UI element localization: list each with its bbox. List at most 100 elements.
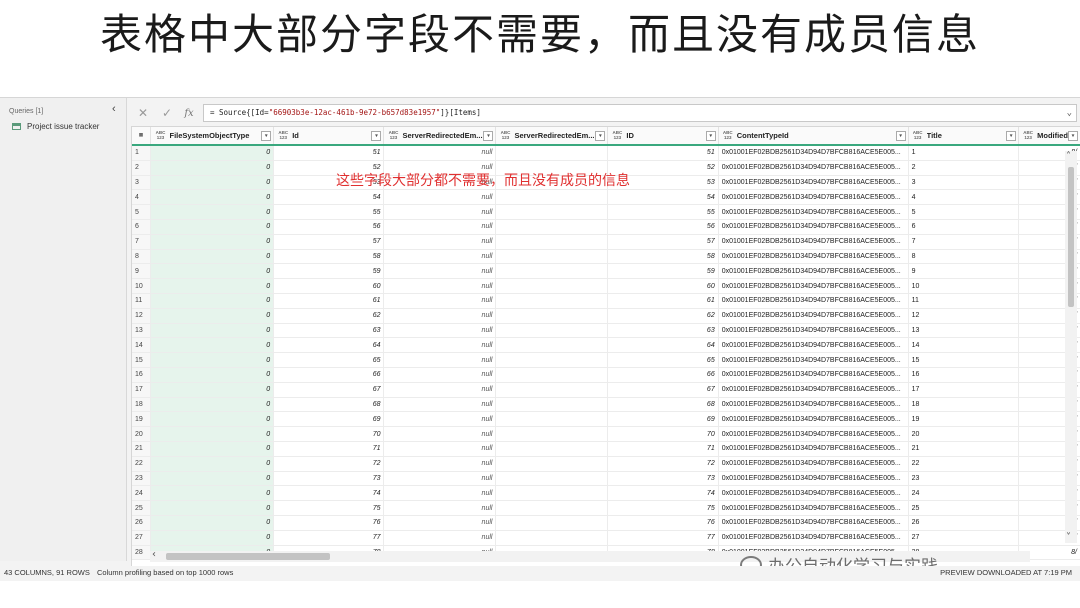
cell-contenttypeid[interactable]: 0x01001EF02BDB2561D34D94D7BFCB816ACE5E00… bbox=[718, 485, 909, 502]
cell-serverredirected-2[interactable] bbox=[495, 530, 609, 546]
cell-filesystemobjecttype[interactable]: 0 bbox=[150, 485, 275, 502]
table-row[interactable]: 12 0 62 null 62 0x01001EF02BDB2561D34D94D7BFC… bbox=[132, 308, 1080, 324]
cell-serverredirected-2[interactable] bbox=[495, 515, 609, 531]
cell-serverredirected-1[interactable]: null bbox=[383, 530, 497, 546]
cell-contenttypeid[interactable]: 0x01001EF02BDB2561D34D94D7BFCB816ACE5E00… bbox=[718, 352, 909, 368]
row-number[interactable]: 23 bbox=[132, 471, 152, 487]
cell-id[interactable]: 69 bbox=[273, 411, 385, 428]
cell-filesystemobjecttype[interactable]: 0 bbox=[150, 189, 275, 206]
table-row[interactable]: 13 0 63 null 63 0x01001EF02BDB2561D34D94D7BFC… bbox=[132, 323, 1080, 339]
cell-serverredirected-2[interactable] bbox=[495, 293, 609, 309]
row-number[interactable]: 2 bbox=[132, 160, 152, 176]
cell-ID[interactable]: 77 bbox=[607, 530, 719, 546]
cell-serverredirected-2[interactable] bbox=[495, 367, 609, 383]
cell-id[interactable]: 74 bbox=[273, 485, 385, 502]
table-row[interactable]: 14 0 64 null 64 0x01001EF02BDB2561D34D94D7BFC… bbox=[132, 337, 1080, 354]
cell-id[interactable]: 70 bbox=[273, 426, 385, 442]
formula-input[interactable]: = Source{[Id="66903b3e-12ac-461b-9e72-b6… bbox=[203, 104, 1077, 122]
cell-serverredirected-1[interactable]: null bbox=[383, 515, 497, 531]
table-row[interactable]: 21 0 71 null 71 0x01001EF02BDB2561D34D94D7BFC… bbox=[132, 441, 1080, 457]
cell-filesystemobjecttype[interactable]: 0 bbox=[150, 308, 275, 324]
cell-contenttypeid[interactable]: 0x01001EF02BDB2561D34D94D7BFCB816ACE5E00… bbox=[718, 175, 909, 191]
cell-contenttypeid[interactable]: 0x01001EF02BDB2561D34D94D7BFCB816ACE5E00… bbox=[718, 382, 909, 398]
row-number[interactable]: 17 bbox=[132, 382, 152, 398]
cell-title[interactable]: 27 bbox=[908, 530, 1020, 546]
cell-title[interactable]: 6 bbox=[908, 219, 1020, 235]
row-number[interactable]: 5 bbox=[132, 204, 152, 220]
cell-serverredirected-1[interactable]: null bbox=[383, 278, 497, 294]
cell-contenttypeid[interactable]: 0x01001EF02BDB2561D34D94D7BFCB816ACE5E00… bbox=[718, 293, 909, 309]
cell-serverredirected-2[interactable] bbox=[495, 219, 609, 235]
cell-ID[interactable]: 68 bbox=[607, 397, 719, 413]
column-filter-dropdown-icon[interactable]: ▾ bbox=[705, 130, 716, 141]
cell-id[interactable]: 56 bbox=[273, 219, 385, 235]
cell-filesystemobjecttype[interactable]: 0 bbox=[150, 397, 275, 413]
cell-ID[interactable]: 64 bbox=[607, 337, 719, 354]
cell-id[interactable]: 61 bbox=[273, 293, 385, 309]
scroll-left-icon[interactable]: ‹ bbox=[152, 549, 156, 560]
cell-contenttypeid[interactable]: 0x01001EF02BDB2561D34D94D7BFCB816ACE5E00… bbox=[718, 411, 909, 428]
cell-ID[interactable]: 62 bbox=[607, 308, 719, 324]
cell-serverredirected-1[interactable]: null bbox=[383, 293, 497, 309]
cell-ID[interactable]: 72 bbox=[607, 456, 719, 472]
cell-ID[interactable]: 63 bbox=[607, 323, 719, 339]
cell-serverredirected-1[interactable]: null bbox=[383, 485, 497, 502]
table-row[interactable]: 8 0 58 null 58 0x01001EF02BDB2561D34D94D7BFCB… bbox=[132, 249, 1080, 265]
row-number[interactable]: 24 bbox=[132, 485, 152, 502]
cell-id[interactable]: 77 bbox=[273, 530, 385, 546]
column-header[interactable]: ABC 123 Id ▾ bbox=[273, 127, 385, 146]
cell-contenttypeid[interactable]: 0x01001EF02BDB2561D34D94D7BFCB816ACE5E00… bbox=[718, 367, 909, 383]
column-filter-dropdown-icon[interactable]: ▾ bbox=[1068, 130, 1078, 141]
row-number[interactable]: 12 bbox=[132, 308, 152, 324]
cell-serverredirected-2[interactable] bbox=[495, 500, 609, 516]
cell-ID[interactable]: 76 bbox=[607, 515, 719, 531]
cell-ID[interactable]: 51 bbox=[607, 145, 719, 161]
column-header[interactable]: ABC 123 ServerRedirectedEm... ▾ bbox=[495, 127, 609, 146]
cell-ID[interactable]: 73 bbox=[607, 471, 719, 487]
cell-id[interactable]: 75 bbox=[273, 500, 385, 516]
cell-id[interactable]: 60 bbox=[273, 278, 385, 294]
cell-filesystemobjecttype[interactable]: 0 bbox=[150, 219, 275, 235]
cell-serverredirected-1[interactable]: null bbox=[383, 204, 497, 220]
table-row[interactable]: 23 0 73 null 73 0x01001EF02BDB2561D34D94D7BFC… bbox=[132, 471, 1080, 487]
cell-filesystemobjecttype[interactable]: 0 bbox=[150, 323, 275, 339]
cell-filesystemobjecttype[interactable]: 0 bbox=[150, 456, 275, 472]
column-header[interactable]: ABC 123 ID ▾ bbox=[607, 127, 719, 146]
cell-id[interactable]: 71 bbox=[273, 441, 385, 457]
table-row[interactable]: 18 0 68 null 68 0x01001EF02BDB2561D34D94D7BFC… bbox=[132, 397, 1080, 413]
column-filter-dropdown-icon[interactable]: ▾ bbox=[895, 130, 906, 141]
cell-ID[interactable]: 58 bbox=[607, 249, 719, 265]
cell-contenttypeid[interactable]: 0x01001EF02BDB2561D34D94D7BFCB816ACE5E00… bbox=[718, 263, 909, 280]
cell-filesystemobjecttype[interactable]: 0 bbox=[150, 382, 275, 398]
table-row[interactable]: 26 0 76 null 76 0x01001EF02BDB2561D34D94D7BFC… bbox=[132, 515, 1080, 531]
scroll-up-icon[interactable]: ˄ bbox=[1066, 151, 1071, 162]
cell-contenttypeid[interactable]: 0x01001EF02BDB2561D34D94D7BFCB816ACE5E00… bbox=[718, 204, 909, 220]
cell-ID[interactable]: 57 bbox=[607, 234, 719, 250]
cell-ID[interactable]: 74 bbox=[607, 485, 719, 502]
table-row[interactable]: 20 0 70 null 70 0x01001EF02BDB2561D34D94D7BFC… bbox=[132, 426, 1080, 442]
cell-filesystemobjecttype[interactable]: 0 bbox=[150, 411, 275, 428]
column-header[interactable]: ABC 123 Title ▾ bbox=[908, 127, 1020, 146]
cell-serverredirected-1[interactable]: null bbox=[383, 308, 497, 324]
table-row[interactable]: 27 0 77 null 77 0x01001EF02BDB2561D34D94D7BFC… bbox=[132, 530, 1080, 546]
cell-ID[interactable]: 55 bbox=[607, 204, 719, 220]
cell-title[interactable]: 5 bbox=[908, 204, 1020, 220]
cell-id[interactable]: 58 bbox=[273, 249, 385, 265]
cell-filesystemobjecttype[interactable]: 0 bbox=[150, 426, 275, 442]
cell-contenttypeid[interactable]: 0x01001EF02BDB2561D34D94D7BFCB816ACE5E00… bbox=[718, 426, 909, 442]
vertical-scroll-thumb[interactable] bbox=[1068, 167, 1074, 307]
any-type-icon[interactable]: ABC 123 bbox=[498, 130, 512, 140]
cell-filesystemobjecttype[interactable]: 0 bbox=[150, 441, 275, 457]
table-row[interactable]: 22 0 72 null 72 0x01001EF02BDB2561D34D94D7BFC… bbox=[132, 456, 1080, 472]
cell-serverredirected-2[interactable] bbox=[495, 204, 609, 220]
cell-id[interactable]: 54 bbox=[273, 189, 385, 206]
row-number[interactable]: 25 bbox=[132, 500, 152, 516]
cell-title[interactable]: 8 bbox=[908, 249, 1020, 265]
data-grid[interactable]: ▦ ABC 123 FileSystemObjectType ▾ ABC 123 Id ▾ ABC… bbox=[131, 126, 1080, 568]
cell-contenttypeid[interactable]: 0x01001EF02BDB2561D34D94D7BFCB816ACE5E00… bbox=[718, 323, 909, 339]
cell-serverredirected-1[interactable]: null bbox=[383, 426, 497, 442]
table-row[interactable]: 9 0 59 null 59 0x01001EF02BDB2561D34D94D7BFCB… bbox=[132, 263, 1080, 280]
cell-filesystemobjecttype[interactable]: 0 bbox=[150, 352, 275, 368]
cell-contenttypeid[interactable]: 0x01001EF02BDB2561D34D94D7BFCB816ACE5E00… bbox=[718, 189, 909, 206]
cell-title[interactable]: 9 bbox=[908, 263, 1020, 280]
